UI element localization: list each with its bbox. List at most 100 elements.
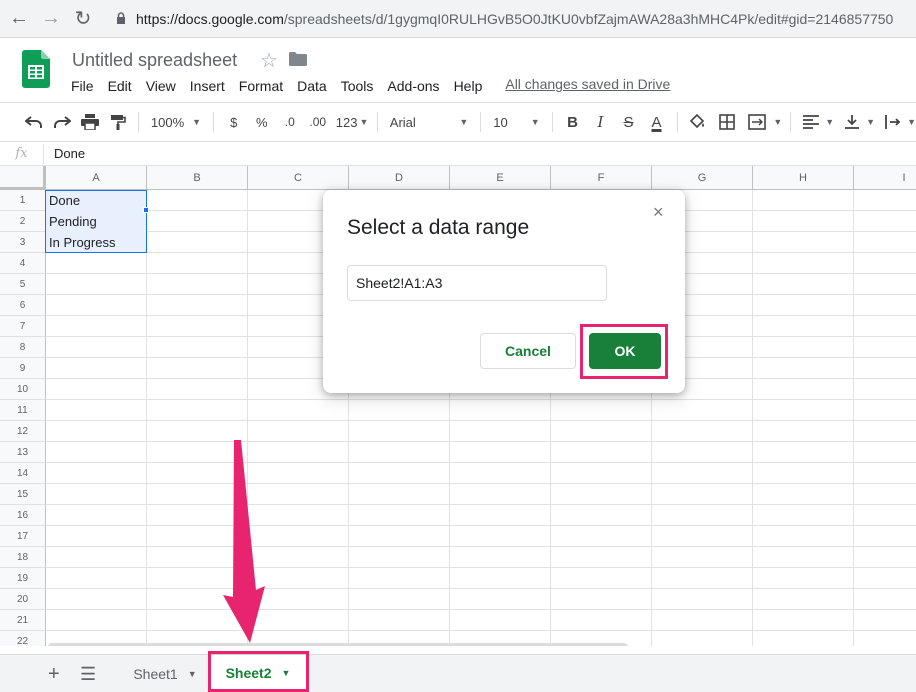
row-header-10[interactable]: 10	[0, 379, 46, 400]
row-header-5[interactable]: 5	[0, 274, 46, 295]
url-host: https://docs.google.com	[136, 11, 284, 27]
horizontal-scrollbar[interactable]	[48, 643, 628, 646]
formula-input[interactable]: Done	[44, 146, 85, 161]
zoom-select[interactable]: 100% ▼	[147, 108, 205, 136]
menu-data[interactable]: Data	[290, 76, 334, 96]
add-sheet-icon[interactable]: +	[48, 663, 60, 686]
text-color-button[interactable]: A	[645, 108, 669, 136]
strikethrough-button[interactable]: S	[617, 108, 641, 136]
column-header-i[interactable]: I	[854, 166, 916, 190]
column-header-c[interactable]: C	[248, 166, 349, 190]
row-header-9[interactable]: 9	[0, 358, 46, 379]
font-family-select[interactable]: Arial ▼	[386, 108, 473, 136]
address-bar[interactable]: https://docs.google.com/spreadsheets/d/1…	[110, 5, 916, 33]
row-header-21[interactable]: 21	[0, 610, 46, 631]
currency-format-button[interactable]: $	[222, 108, 246, 136]
row-header-19[interactable]: 19	[0, 568, 46, 589]
decrease-decimal-button[interactable]: .0	[278, 108, 302, 136]
close-icon[interactable]: ×	[653, 202, 664, 223]
chevron-down-icon[interactable]: ▼	[866, 117, 875, 127]
forward-icon[interactable]: →	[38, 6, 64, 32]
bold-button[interactable]: B	[561, 108, 585, 136]
row-header-12[interactable]: 12	[0, 421, 46, 442]
row-header-7[interactable]: 7	[0, 316, 46, 337]
grid-column-line	[146, 190, 147, 646]
fill-handle[interactable]	[143, 207, 149, 213]
row-header-15[interactable]: 15	[0, 484, 46, 505]
fill-color-icon[interactable]	[685, 108, 709, 136]
column-header-g[interactable]: G	[652, 166, 753, 190]
chevron-down-icon[interactable]: ▼	[825, 117, 834, 127]
sheet-tab-sheet1[interactable]: Sheet1 ▼	[120, 655, 210, 692]
menu-file[interactable]: File	[64, 76, 101, 96]
column-header-a[interactable]: A	[46, 166, 147, 190]
cancel-button[interactable]: Cancel	[480, 333, 576, 369]
font-size-select[interactable]: 10 ▼	[489, 108, 543, 136]
toolbar-divider	[376, 112, 378, 132]
annotation-arrow-icon	[223, 440, 265, 643]
grid-row-line	[46, 441, 916, 442]
menu-view[interactable]: View	[139, 76, 183, 96]
chevron-down-icon[interactable]: ▼	[907, 117, 916, 127]
italic-button[interactable]: I	[589, 108, 613, 136]
save-status-link[interactable]: All changes saved in Drive	[505, 76, 670, 96]
zoom-value: 100%	[150, 114, 185, 130]
chevron-down-icon[interactable]: ▼	[773, 117, 782, 127]
text-wrap-icon[interactable]	[881, 108, 905, 136]
undo-icon[interactable]	[22, 108, 46, 136]
fx-icon: fx	[0, 143, 44, 164]
row-header-14[interactable]: 14	[0, 463, 46, 484]
reload-icon[interactable]: ↻	[70, 6, 96, 32]
increase-decimal-button[interactable]: .00	[306, 108, 330, 136]
all-sheets-icon[interactable]: ☰	[80, 664, 96, 685]
column-header-b[interactable]: B	[147, 166, 248, 190]
grid-row-line	[46, 630, 916, 631]
redo-icon[interactable]	[50, 108, 74, 136]
menu-edit[interactable]: Edit	[101, 76, 139, 96]
folder-icon[interactable]	[289, 52, 307, 66]
align-left-icon[interactable]	[799, 108, 823, 136]
chevron-down-icon: ▼	[459, 117, 469, 127]
row-header-18[interactable]: 18	[0, 547, 46, 568]
column-header-e[interactable]: E	[450, 166, 551, 190]
browser-bar: ← → ↻ https://docs.google.com/spreadshee…	[0, 0, 916, 38]
select-all-corner[interactable]	[0, 166, 46, 190]
borders-icon[interactable]	[715, 108, 739, 136]
more-formats-select[interactable]: 123 ▼	[332, 108, 369, 136]
sheets-logo-icon[interactable]	[22, 50, 50, 88]
toolbar-divider	[138, 112, 139, 132]
vertical-align-icon[interactable]	[840, 108, 864, 136]
sheet-tab-label: Sheet1	[133, 666, 178, 682]
row-header-1[interactable]: 1	[0, 190, 46, 211]
back-icon[interactable]: ←	[6, 6, 32, 32]
data-range-input[interactable]: Sheet2!A1:A3	[347, 265, 607, 301]
row-header-20[interactable]: 20	[0, 589, 46, 610]
column-header-d[interactable]: D	[349, 166, 450, 190]
menu-format[interactable]: Format	[232, 76, 290, 96]
print-icon[interactable]	[78, 108, 102, 136]
menu-bar: File Edit View Insert Format Data Tools …	[64, 76, 670, 96]
row-header-13[interactable]: 13	[0, 442, 46, 463]
row-header-4[interactable]: 4	[0, 253, 46, 274]
row-header-22[interactable]: 22	[0, 631, 46, 646]
document-title[interactable]: Untitled spreadsheet	[72, 50, 237, 71]
column-header-f[interactable]: F	[551, 166, 652, 190]
merge-cells-icon[interactable]	[745, 108, 769, 136]
toolbar-divider	[676, 112, 678, 132]
menu-help[interactable]: Help	[447, 76, 490, 96]
paint-format-icon[interactable]	[106, 108, 130, 136]
chevron-down-icon: ▼	[187, 669, 197, 679]
menu-tools[interactable]: Tools	[334, 76, 381, 96]
row-header-17[interactable]: 17	[0, 526, 46, 547]
star-icon[interactable]: ☆	[260, 48, 278, 73]
row-header-6[interactable]: 6	[0, 295, 46, 316]
menu-insert[interactable]: Insert	[183, 76, 232, 96]
row-header-8[interactable]: 8	[0, 337, 46, 358]
column-header-h[interactable]: H	[753, 166, 854, 190]
row-header-3[interactable]: 3	[0, 232, 46, 253]
row-header-2[interactable]: 2	[0, 211, 46, 232]
menu-addons[interactable]: Add-ons	[380, 76, 446, 96]
row-header-11[interactable]: 11	[0, 400, 46, 421]
percent-format-button[interactable]: %	[250, 108, 274, 136]
row-header-16[interactable]: 16	[0, 505, 46, 526]
